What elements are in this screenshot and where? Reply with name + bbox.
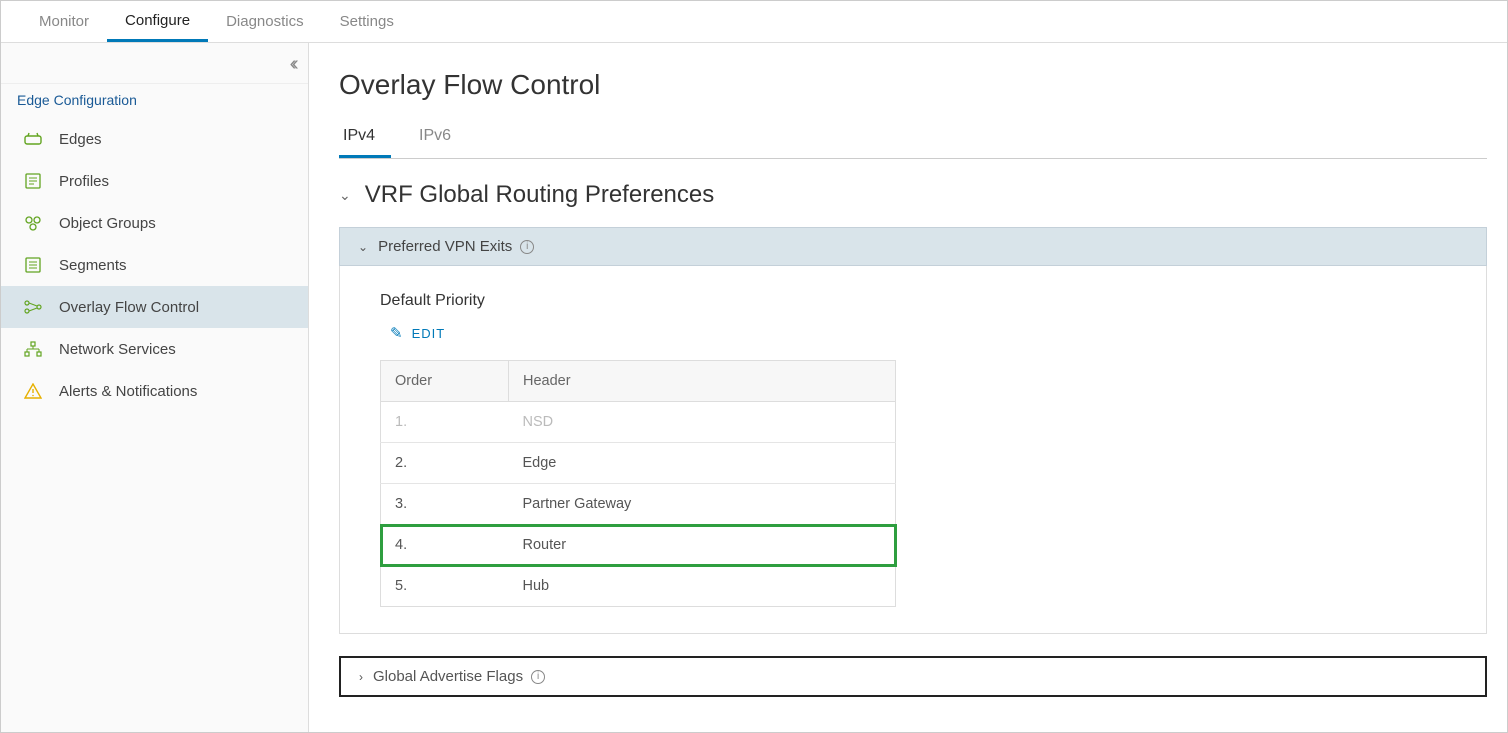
cell-header: Edge [509, 443, 896, 484]
top-tabs: Monitor Configure Diagnostics Settings [1, 1, 1507, 43]
pencil-icon: ✎ [390, 324, 404, 342]
network-icon [23, 340, 43, 358]
preferred-vpn-exits-header[interactable]: ⌄ Preferred VPN Exits i [339, 227, 1487, 266]
global-advertise-flags-label: Global Advertise Flags [373, 668, 523, 685]
table-row: 5. Hub [381, 566, 896, 607]
info-icon[interactable]: i [531, 670, 545, 684]
vrf-section-header[interactable]: ⌄ VRF Global Routing Preferences [339, 181, 1487, 209]
sidebar-item-label: Alerts & Notifications [59, 383, 197, 400]
sidebar-item-alerts[interactable]: Alerts & Notifications [1, 370, 308, 412]
global-advertise-flags-header[interactable]: › Global Advertise Flags i [339, 656, 1487, 697]
sidebar-item-object-groups[interactable]: Object Groups [1, 202, 308, 244]
ip-version-tabs: IPv4 IPv6 [339, 119, 1487, 159]
edit-label: EDIT [412, 326, 446, 341]
tab-monitor[interactable]: Monitor [21, 3, 107, 40]
segments-icon [23, 256, 43, 274]
table-row-highlighted: 4. Router [381, 525, 896, 566]
cell-order: 4. [381, 525, 509, 566]
cell-header: Router [509, 525, 896, 566]
sidebar-item-edges[interactable]: Edges [1, 118, 308, 160]
chevron-down-icon: ⌄ [358, 240, 368, 254]
cell-order: 3. [381, 484, 509, 525]
edges-icon [23, 130, 43, 148]
vrf-section-title: VRF Global Routing Preferences [365, 181, 715, 209]
default-priority-title: Default Priority [380, 292, 1446, 310]
sidebar: ‹‹ Edge Configuration Edges Profiles Obj… [1, 43, 309, 732]
main-content: Overlay Flow Control IPv4 IPv6 ⌄ VRF Glo… [309, 43, 1507, 732]
cell-header: NSD [509, 402, 896, 443]
chevron-right-icon: › [359, 670, 363, 684]
sidebar-item-label: Edges [59, 131, 102, 148]
cell-header: Partner Gateway [509, 484, 896, 525]
cell-header: Hub [509, 566, 896, 607]
sidebar-item-label: Overlay Flow Control [59, 299, 199, 316]
sidebar-section-title: Edge Configuration [1, 83, 308, 118]
profiles-icon [23, 172, 43, 190]
preferred-vpn-exits-body: Default Priority ✎ EDIT Order Header 1. … [339, 266, 1487, 634]
cell-order: 2. [381, 443, 509, 484]
table-row: 2. Edge [381, 443, 896, 484]
sidebar-item-label: Object Groups [59, 215, 156, 232]
sidebar-item-label: Profiles [59, 173, 109, 190]
tab-diagnostics[interactable]: Diagnostics [208, 3, 322, 40]
edit-button[interactable]: ✎ EDIT [390, 324, 445, 342]
cell-order: 1. [381, 402, 509, 443]
overlay-icon [23, 298, 43, 316]
col-header: Header [509, 361, 896, 402]
object-groups-icon [23, 214, 43, 232]
priority-table: Order Header 1. NSD 2. Edge 3. P [380, 360, 896, 607]
page-title: Overlay Flow Control [339, 69, 1487, 101]
cell-order: 5. [381, 566, 509, 607]
col-order: Order [381, 361, 509, 402]
preferred-vpn-exits-label: Preferred VPN Exits [378, 238, 512, 255]
sidebar-item-profiles[interactable]: Profiles [1, 160, 308, 202]
sidebar-item-overlay-flow-control[interactable]: Overlay Flow Control [1, 286, 308, 328]
table-row: 3. Partner Gateway [381, 484, 896, 525]
tab-ipv4[interactable]: IPv4 [339, 119, 391, 158]
alerts-icon [23, 382, 43, 400]
table-row: 1. NSD [381, 402, 896, 443]
tab-configure[interactable]: Configure [107, 2, 208, 42]
sidebar-item-segments[interactable]: Segments [1, 244, 308, 286]
tab-ipv6[interactable]: IPv6 [415, 119, 467, 158]
sidebar-item-label: Network Services [59, 341, 176, 358]
info-icon[interactable]: i [520, 240, 534, 254]
tab-settings[interactable]: Settings [322, 3, 412, 40]
chevron-down-icon: ⌄ [339, 187, 351, 204]
sidebar-item-network-services[interactable]: Network Services [1, 328, 308, 370]
sidebar-item-label: Segments [59, 257, 127, 274]
